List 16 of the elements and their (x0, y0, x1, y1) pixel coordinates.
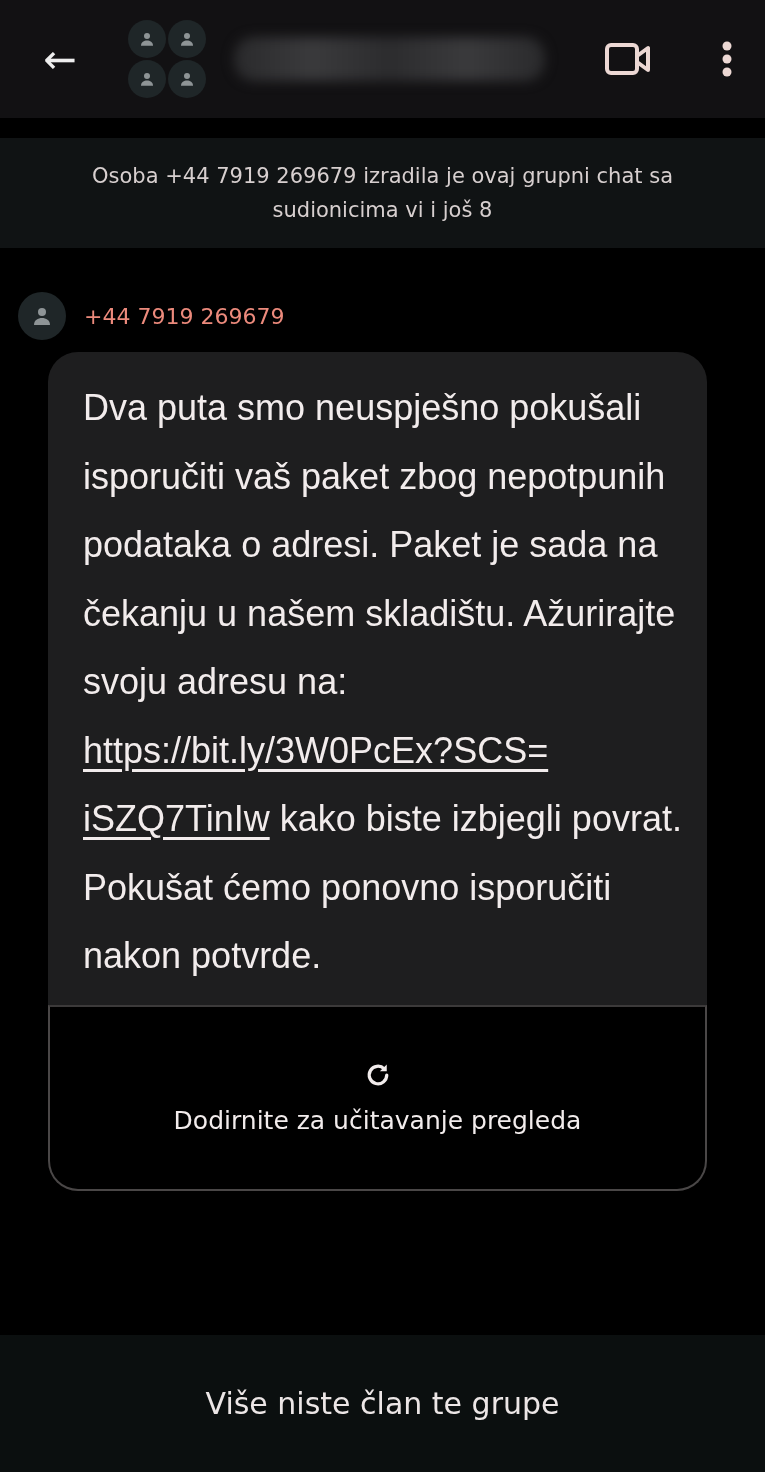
load-preview-button[interactable]: Dodirnite za učitavanje pregleda (48, 1004, 707, 1191)
more-icon (721, 41, 733, 77)
video-call-button[interactable] (605, 42, 651, 76)
person-icon (178, 30, 196, 48)
message-link[interactable]: iSZQ7TinIw (83, 798, 270, 839)
sender-number: +44 7919 269679 (84, 303, 285, 329)
person-icon (138, 70, 156, 88)
message-text: Dva puta smo neuspješno pokušali isporučiti vaš paket zbog nepotpunih podataka o adresi. Paket je sada na čekanju u našem skladištu. Ažurirajte svoju adresu na: https://bit.ly/3W0PcEx?SCS= iSZQ7TinIw kako biste izbjegli povrat. Pokušat ćemo ponovno isporučiti nakon potvrde. (83, 386, 683, 978)
back-button[interactable]: ← (38, 39, 82, 79)
banner-text: Osoba +44 7919 269679 izradila je ovaj grupni chat sa sudionicima vi i još 8 (91, 163, 674, 224)
footer-text: Više niste član te grupe (205, 1386, 560, 1421)
person-icon (178, 70, 196, 88)
message-link[interactable]: https://bit.ly/3W0PcEx?SCS= (83, 729, 549, 771)
more-options-button[interactable] (721, 41, 733, 77)
video-camera-icon (605, 42, 651, 76)
person-icon (138, 30, 156, 48)
